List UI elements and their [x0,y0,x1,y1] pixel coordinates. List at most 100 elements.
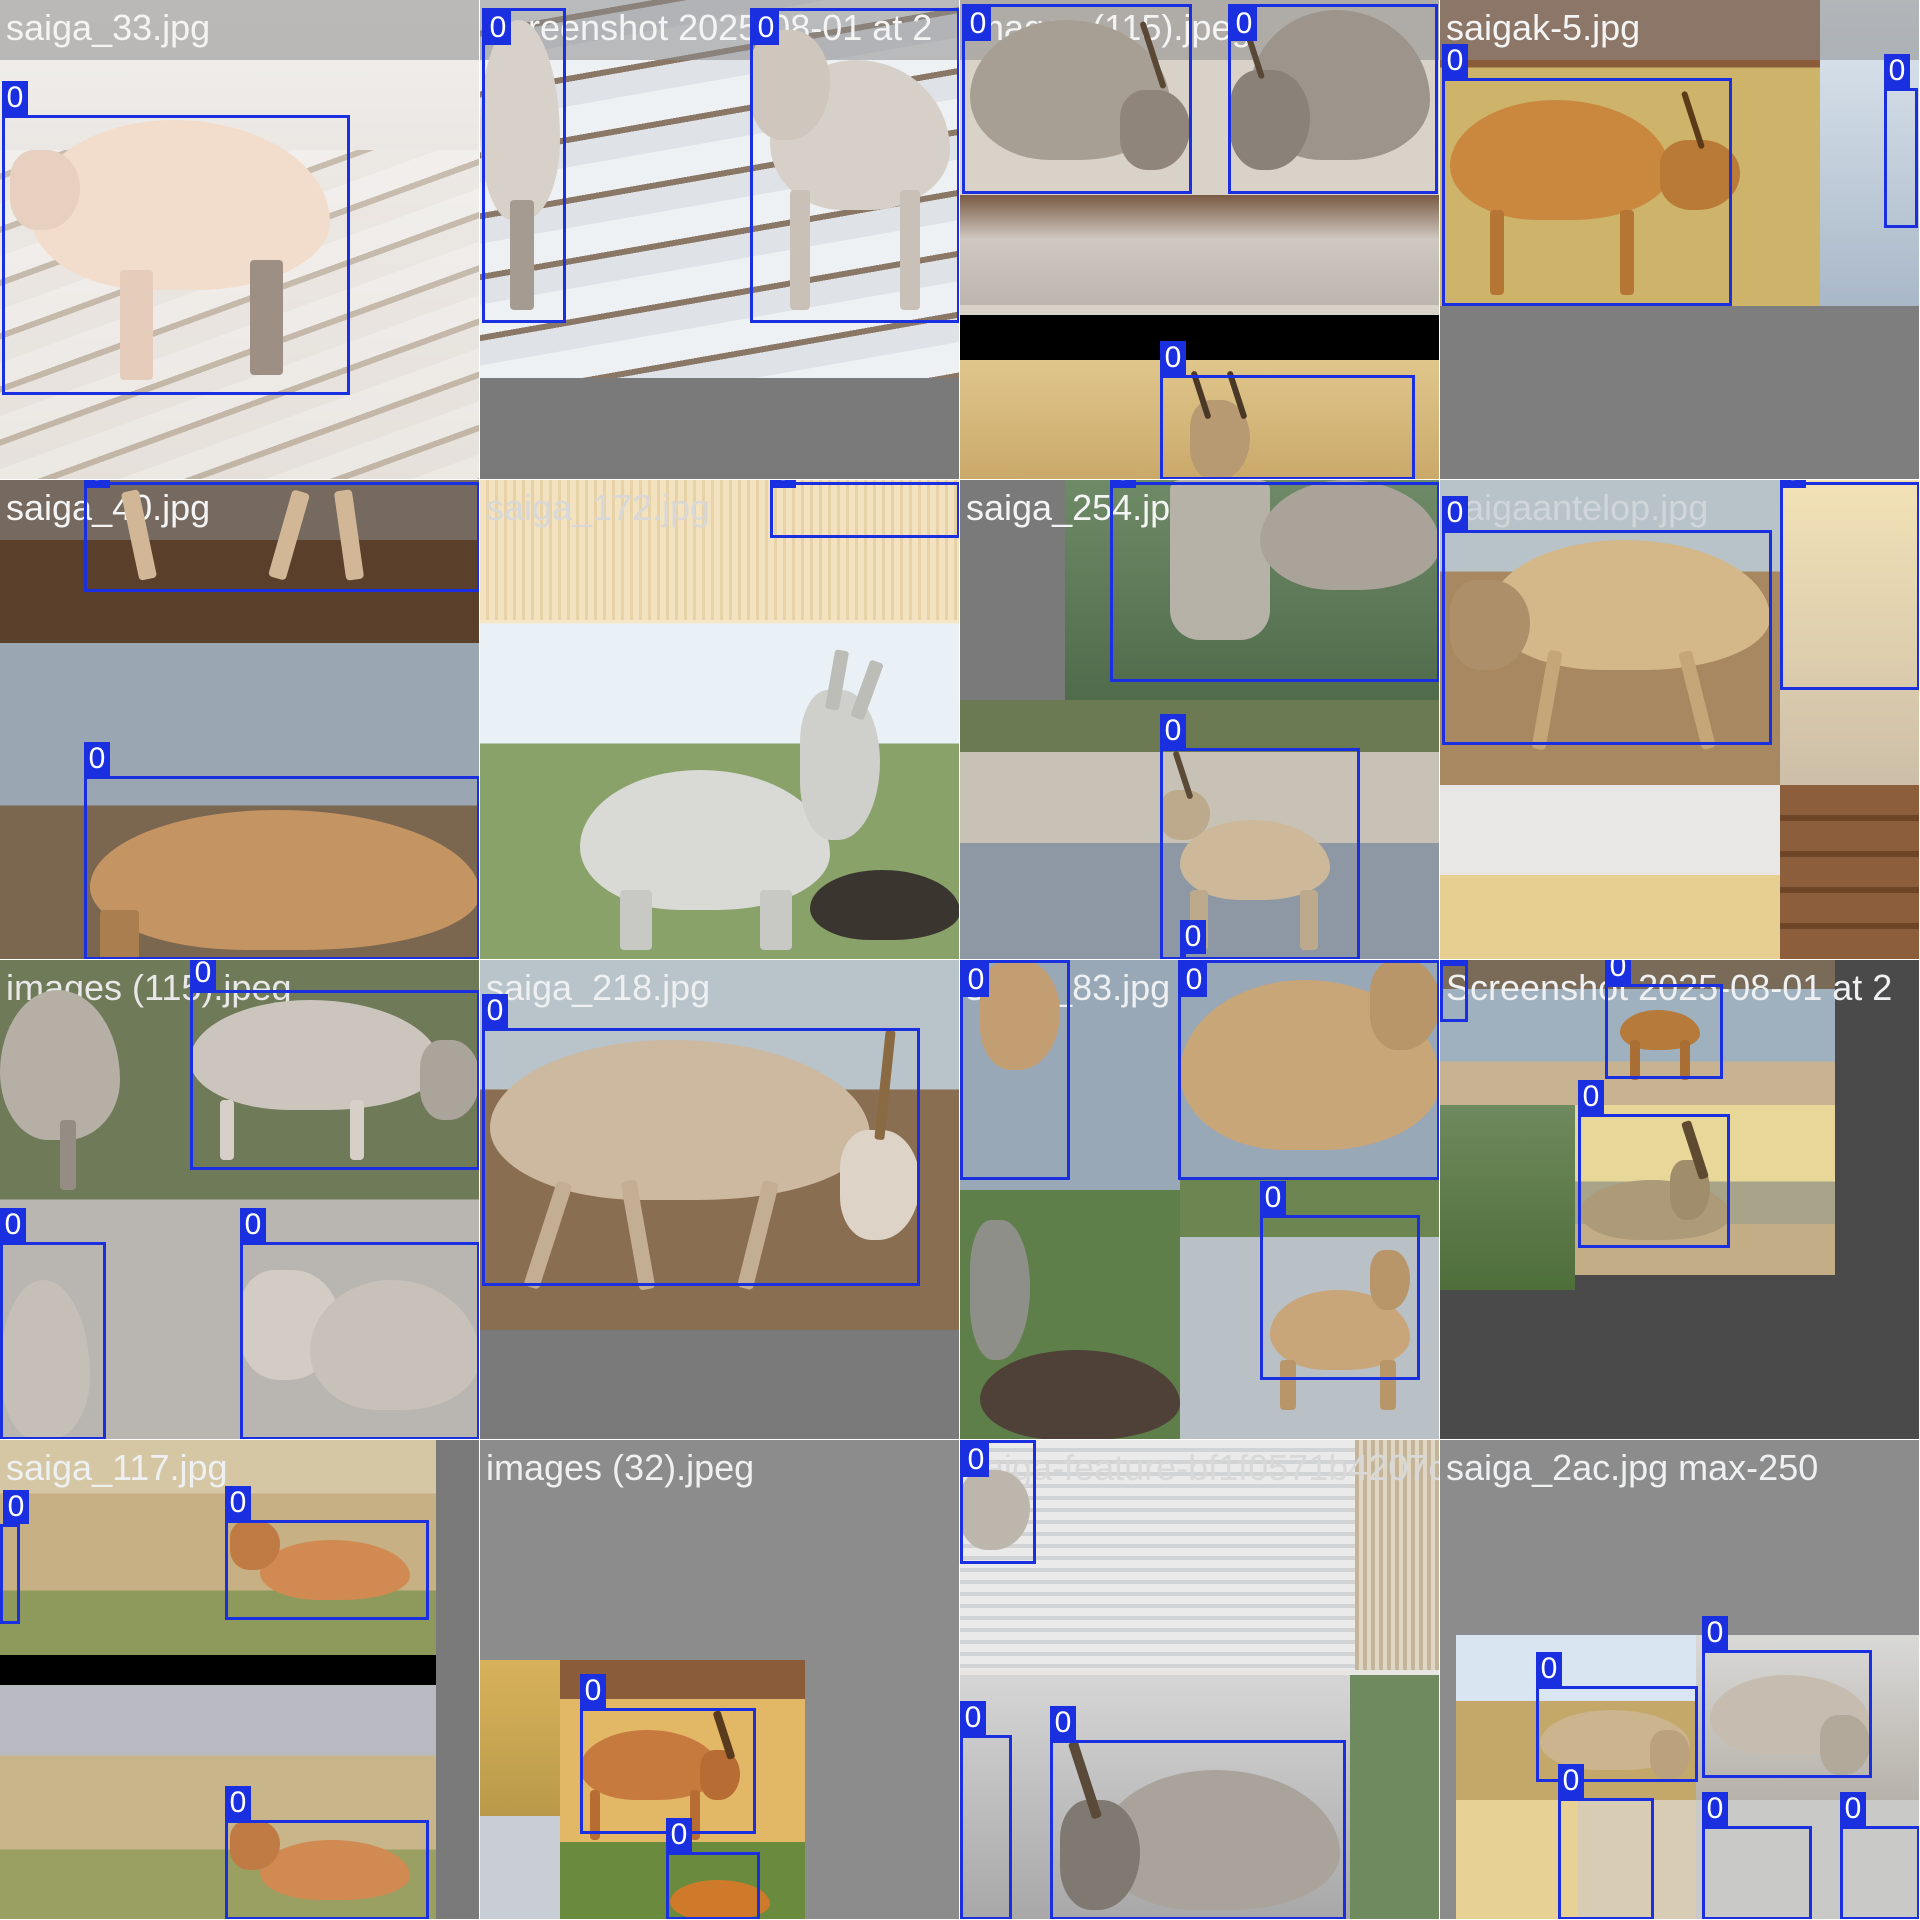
class-label: 0 [240,1208,266,1242]
mosaic-tile: images (115).jpeg 0 0 0 [960,0,1440,480]
detection-box: 0 [225,1786,429,1919]
class-label: 0 [1840,1792,1866,1826]
image-filename-bar: images (32).jpeg [480,1440,959,1500]
class-label: 0 [1440,960,1466,966]
class-label: 0 [225,1486,251,1520]
mosaic-tile: saiga_172.jpg 0 [480,480,960,960]
detection-box: 0 [482,8,566,323]
detection-box: 0 [1442,44,1732,306]
mosaic-tile: images (115).jpeg 0 0 0 [0,960,480,1440]
class-label: 0 [580,1674,606,1708]
class-label: 0 [1605,960,1631,984]
mosaic-tile: saiga-feature-bf1f0571b4207c4523 0 0 0 [960,1440,1440,1920]
detection-box: 0 [750,8,959,323]
detection-box: 0 [1228,4,1438,194]
image-filename: saiga_33.jpg [6,7,211,48]
detection-box: 0 [1440,960,1468,1022]
mosaic-tile: saiga_33.jpg 0 [0,0,480,480]
class-label: 0 [1160,714,1186,748]
class-label: 0 [965,7,991,41]
class-label: 0 [1231,7,1257,41]
image-filename-bar: saiga_33.jpg [0,0,479,60]
class-label: 0 [0,1208,26,1242]
image-filename-bar: saiga_218.jpg [480,960,959,1020]
mosaic-tile: saigak-5.jpg 0 0 [1440,0,1920,480]
detection-box: 0 [482,994,920,1286]
detection-box: 0 [960,1701,1012,1919]
detection-box: 0 [84,480,479,592]
detection-box: 0 [190,960,479,1170]
class-label: 0 [1536,1652,1562,1686]
image-filename: saiga_2ac.jpg max-250 [1446,1447,1819,1488]
image-filename: saigaantelop.jpg [1446,487,1709,528]
class-label: 0 [1578,1080,1604,1114]
detection-box: 0 [225,1486,429,1620]
class-label: 0 [1442,496,1468,530]
detection-box: 0 [1780,480,1919,690]
class-label: 0 [1160,341,1186,375]
detection-box: 0 [1578,1080,1730,1248]
class-label: 0 [1780,480,1806,488]
detection-box: 0 [1702,1792,1812,1919]
class-label: 0 [753,11,779,45]
image-filename: saigak-5.jpg [1446,7,1641,48]
class-label: 0 [485,11,511,45]
detection-box: 0 [666,1818,760,1919]
detection-box: 0 [1605,960,1723,1079]
image-filename: saiga_172.jpg [486,487,711,528]
class-label: 0 [1884,54,1910,88]
detection-box: 0 [1884,54,1918,228]
detection-box: 0 [960,1440,1036,1564]
detection-box: 0 [0,1208,106,1439]
detection-box: 0 [1840,1792,1919,1919]
class-label: 0 [1260,1181,1286,1215]
detection-box: 0 [960,960,1070,1180]
mosaic-tile: Screenshot 2025-08-01 at 2 0 0 0 [1440,960,1920,1440]
image-filename: images (32).jpeg [486,1447,755,1488]
image-filename-bar: saigak-5.jpg [1440,0,1919,60]
mosaic-tile: images (32).jpeg 0 0 [480,1440,960,1920]
class-label: 0 [1180,920,1206,954]
class-label: 0 [3,1490,29,1524]
detection-box: 0 [2,81,350,395]
detection-box: 0 [1260,1181,1420,1380]
image-filename-bar: saiga_2ac.jpg max-250 [1440,1440,1919,1500]
class-label: 0 [963,963,989,997]
detection-box: 0 [1178,960,1439,1180]
mosaic-tile: saiga_117.jpg 0 0 0 [0,1440,480,1920]
class-label: 0 [1442,44,1468,78]
class-label: 0 [1050,1706,1076,1740]
detection-box: 0 [240,1208,479,1439]
mosaic-tile: saiga_83.jpg 0 0 0 [960,960,1440,1440]
image-filename: saiga_218.jpg [486,967,711,1008]
detection-box: 0 [770,480,959,538]
detection-box: 0 [0,1490,29,1624]
class-label: 0 [225,1786,251,1820]
class-label: 0 [1181,963,1207,997]
class-label: 0 [1702,1616,1728,1650]
detection-box: 0 [1110,480,1439,682]
mosaic-tile: saigaantelop.jpg 0 0 [1440,480,1920,960]
detection-box: 0 [962,4,1192,194]
mosaic-tile: saiga_254.jpg 0 0 0 [960,480,1440,960]
class-label: 0 [84,480,110,488]
detection-box: 0 [1558,1764,1654,1919]
training-batch-mosaic: saiga_33.jpg 0 Screenshot 2025-08-01 at … [0,0,1920,1920]
mosaic-tile: saiga_2ac.jpg max-250 0 0 0 0 0 [1440,1440,1920,1920]
mosaic-tile: saiga_218.jpg 0 [480,960,960,1440]
detection-box: 0 [1050,1706,1346,1919]
class-label: 0 [1110,480,1136,488]
class-label: 0 [963,1443,989,1477]
class-label: 0 [84,742,110,776]
detection-box: 0 [580,1674,756,1834]
class-label: 0 [666,1818,692,1852]
detection-box: 0 [1442,496,1772,745]
class-label: 0 [960,1701,986,1735]
class-label: 0 [770,480,796,488]
class-label: 0 [190,960,216,990]
detection-box: 0 [84,742,479,959]
mosaic-tile: Screenshot 2025-08-01 at 2 0 0 [480,0,960,480]
class-label: 0 [482,994,508,1028]
image-filename: saiga_117.jpg [6,1447,228,1488]
detection-box: 0 [1702,1616,1872,1778]
